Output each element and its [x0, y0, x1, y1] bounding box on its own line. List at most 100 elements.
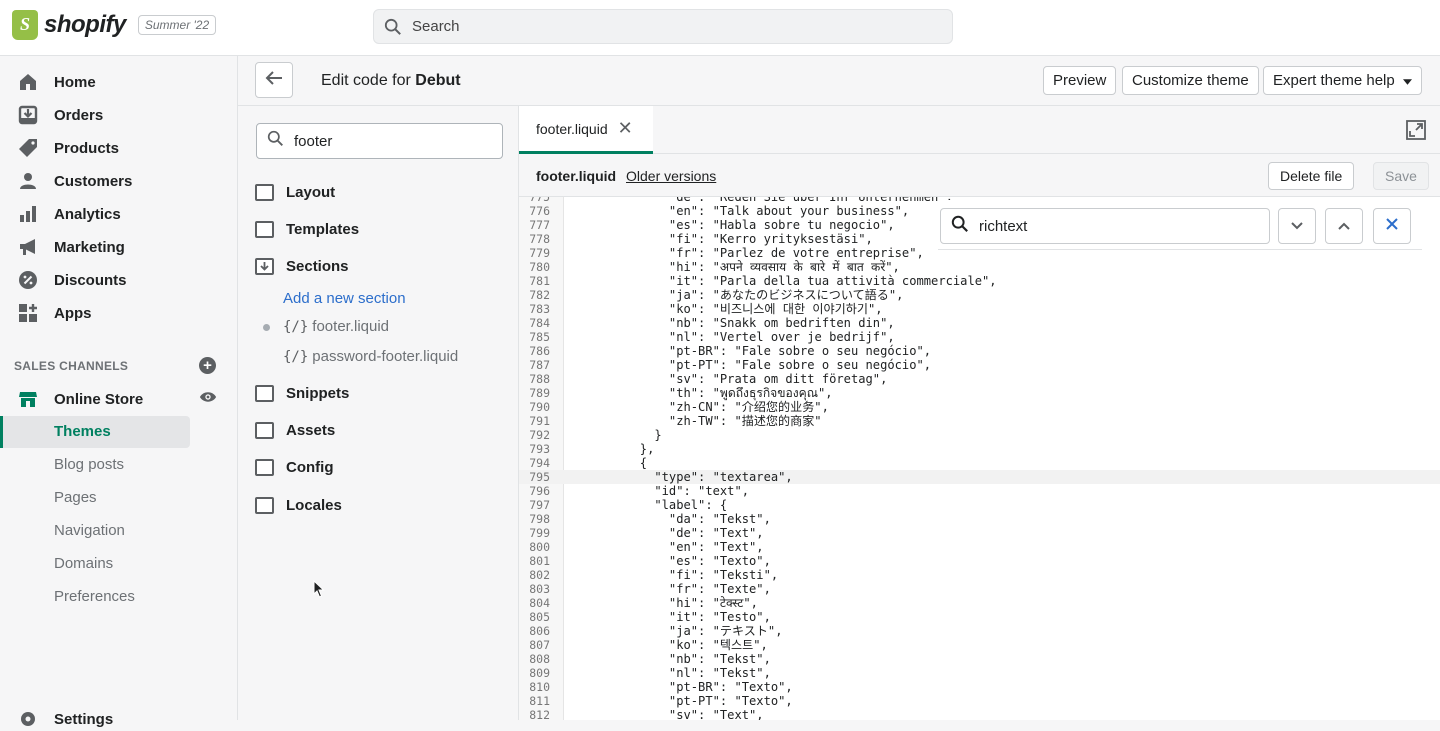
code-line[interactable]: 809 "nl": "Tekst",: [519, 666, 1440, 680]
nav-online-store[interactable]: Online Store: [18, 387, 143, 411]
search-input[interactable]: Search: [373, 9, 953, 44]
code-text: "ja": "あなたのビジネスについて語る",: [567, 288, 904, 302]
nav-analytics[interactable]: Analytics: [18, 202, 121, 226]
delete-file-button[interactable]: Delete file: [1268, 162, 1355, 190]
folder-snippets[interactable]: Snippets: [255, 385, 349, 402]
nav-orders[interactable]: Orders: [18, 103, 103, 127]
shopify-logo[interactable]: shopify Summer '22: [12, 10, 217, 40]
folder-templates[interactable]: Templates: [255, 221, 359, 238]
find-input[interactable]: richtext: [940, 208, 1270, 244]
code-line[interactable]: 804 "hi": "टेक्स्ट",: [519, 596, 1440, 610]
older-versions-link[interactable]: Older versions: [626, 168, 716, 184]
code-text: "pt-BR": "Texto",: [567, 680, 793, 694]
expert-theme-help-button[interactable]: Expert theme help: [1263, 66, 1422, 95]
sub-item-preferences[interactable]: Preferences: [54, 588, 135, 605]
line-number: 776: [529, 204, 550, 218]
nav-marketing[interactable]: Marketing: [18, 235, 125, 259]
code-line[interactable]: 780 "hi": "अपने व्यवसाय के बारे में बात …: [519, 260, 1440, 274]
folder-assets[interactable]: Assets: [255, 422, 335, 439]
customize-theme-button[interactable]: Customize theme: [1122, 66, 1259, 95]
code-line[interactable]: 799 "de": "Text",: [519, 526, 1440, 540]
file-footer-liquid[interactable]: {/} footer.liquid: [283, 318, 389, 335]
nav-label: Analytics: [54, 205, 121, 223]
file-tree: footer Layout Templates Sections Add a n…: [238, 106, 519, 720]
code-line[interactable]: 788 "sv": "Prata om ditt företag",: [519, 372, 1440, 386]
code-line[interactable]: 783 "ko": "비즈니스에 대한 이야기하기",: [519, 302, 1440, 316]
sub-item-blog-posts[interactable]: Blog posts: [54, 456, 124, 473]
sub-item-navigation[interactable]: Navigation: [54, 522, 125, 539]
code-line[interactable]: 798 "da": "Tekst",: [519, 512, 1440, 526]
close-find-button[interactable]: [1373, 208, 1411, 244]
code-line[interactable]: 786 "pt-BR": "Fale sobre o seu negócio",: [519, 344, 1440, 358]
code-line[interactable]: 784 "nb": "Snakk om bedriften din",: [519, 316, 1440, 330]
line-number: 809: [529, 666, 550, 680]
code-line[interactable]: 789 "th": "พูดถึงธุรกิจของคุณ",: [519, 386, 1440, 400]
line-number: 805: [529, 610, 550, 624]
megaphone-icon: [18, 237, 38, 257]
nav-settings[interactable]: Settings: [18, 707, 113, 731]
save-button[interactable]: Save: [1373, 162, 1429, 190]
add-new-section-link[interactable]: Add a new section: [283, 290, 406, 307]
code-line[interactable]: 810 "pt-BR": "Texto",: [519, 680, 1440, 694]
code-line[interactable]: 797 "label": {: [519, 498, 1440, 512]
add-channel-plus-icon[interactable]: +: [199, 357, 216, 374]
bar-chart-icon: [18, 204, 38, 224]
nav-home[interactable]: Home: [18, 70, 96, 94]
nav-label: Orders: [54, 106, 104, 124]
nav-apps[interactable]: Apps: [18, 301, 92, 325]
nav-customers[interactable]: Customers: [18, 169, 132, 193]
code-text: "fi": "Kerro yrityksestäsi",: [567, 232, 873, 246]
code-text: "fr": "Texte",: [567, 582, 771, 596]
code-line[interactable]: 812 "sv": "Text",: [519, 708, 1440, 720]
code-line[interactable]: 795 "type": "textarea",: [519, 470, 1440, 484]
back-button[interactable]: [255, 62, 293, 98]
sub-item-pages[interactable]: Pages: [54, 489, 97, 506]
code-line[interactable]: 805 "it": "Testo",: [519, 610, 1440, 624]
find-previous-button[interactable]: [1325, 208, 1363, 244]
code-line[interactable]: 785 "nl": "Vertel over je bedrijf",: [519, 330, 1440, 344]
line-number: 797: [529, 498, 550, 512]
sub-item-themes[interactable]: Themes: [0, 416, 190, 448]
nav-products[interactable]: Products: [18, 136, 119, 160]
code-line[interactable]: 802 "fi": "Teksti",: [519, 568, 1440, 582]
folder-sections[interactable]: Sections: [255, 258, 349, 275]
code-line[interactable]: 794 {: [519, 456, 1440, 470]
code-line[interactable]: 781 "it": "Parla della tua attività comm…: [519, 274, 1440, 288]
folder-locales[interactable]: Locales: [255, 497, 342, 514]
code-line[interactable]: 790 "zh-CN": "介绍您的业务",: [519, 400, 1440, 414]
folder-open-icon: [255, 258, 274, 275]
eye-icon[interactable]: [199, 390, 217, 409]
preview-button[interactable]: Preview: [1043, 66, 1117, 95]
code-line[interactable]: 800 "en": "Text",: [519, 540, 1440, 554]
tab-footer-liquid[interactable]: footer.liquid ✕: [519, 106, 653, 154]
code-line[interactable]: 811 "pt-PT": "Texto",: [519, 694, 1440, 708]
code-text: "ko": "텍스트",: [567, 638, 768, 652]
brand-name: shopify: [44, 11, 126, 38]
sub-item-domains[interactable]: Domains: [54, 555, 113, 572]
find-next-button[interactable]: [1278, 208, 1316, 244]
folder-layout[interactable]: Layout: [255, 184, 335, 201]
code-line[interactable]: 807 "ko": "텍스트",: [519, 638, 1440, 652]
close-icon[interactable]: ✕: [618, 118, 633, 139]
code-line[interactable]: 796 "id": "text",: [519, 484, 1440, 498]
code-line[interactable]: 808 "nb": "Tekst",: [519, 652, 1440, 666]
code-text: "pt-PT": "Fale sobre o seu negócio",: [567, 358, 932, 372]
code-line[interactable]: 792 }: [519, 428, 1440, 442]
file-search-input[interactable]: footer: [256, 123, 503, 159]
code-line[interactable]: 782 "ja": "あなたのビジネスについて語る",: [519, 288, 1440, 302]
code-line[interactable]: 787 "pt-PT": "Fale sobre o seu negócio",: [519, 358, 1440, 372]
file-password-footer-liquid[interactable]: {/} password-footer.liquid: [283, 348, 458, 365]
folder-config[interactable]: Config: [255, 459, 333, 476]
nav-label: Discounts: [54, 271, 127, 289]
code-area[interactable]: 775 "de": "Reden Sie über Ihr Unternehme…: [519, 197, 1440, 720]
nav-discounts[interactable]: Discounts: [18, 268, 127, 292]
caret-down-icon: [1402, 72, 1412, 89]
code-line[interactable]: 801 "es": "Texto",: [519, 554, 1440, 568]
code-line[interactable]: 806 "ja": "テキスト",: [519, 624, 1440, 638]
code-line[interactable]: 793 },: [519, 442, 1440, 456]
line-number: 787: [529, 358, 550, 372]
code-line[interactable]: 803 "fr": "Texte",: [519, 582, 1440, 596]
current-file-name: footer.liquid: [536, 168, 617, 184]
fullscreen-icon[interactable]: [1406, 120, 1426, 145]
code-line[interactable]: 791 "zh-TW": "描述您的商家": [519, 414, 1440, 428]
